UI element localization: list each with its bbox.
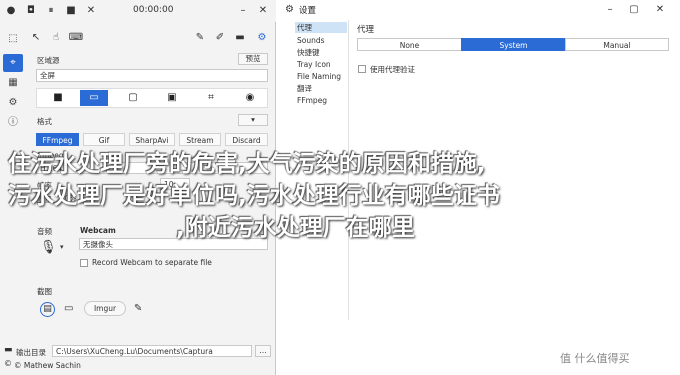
left-sidebar: ⬚ ⌖ ▦ ⚙ ⓘ: [0, 26, 26, 356]
proxy-manual-option[interactable]: Manual: [565, 38, 669, 51]
format-preview-button[interactable]: ▾: [238, 114, 268, 126]
capture-app-window: ● ◘ ⏸ ■ ✕ 00:00:00 – ✕ ⬚ ⌖ ▦ ⚙ ⓘ ↖ ☝ ⌨ ✎…: [0, 0, 276, 375]
video-mode-icon[interactable]: ■: [44, 90, 72, 106]
edit-icon[interactable]: ✎: [134, 303, 142, 314]
keyboard-icon[interactable]: ⌨: [68, 30, 84, 46]
region-select[interactable]: 全屏: [36, 69, 268, 82]
codec-select[interactable]: H.264: [36, 162, 268, 174]
nav-file-naming[interactable]: File Naming: [295, 71, 347, 82]
region-label: 区域源: [37, 56, 60, 65]
tab-ffmpeg[interactable]: FFmpeg: [36, 133, 79, 146]
camera-icon[interactable]: ◘: [24, 4, 38, 18]
ffmpeg-label: ffmpeg: [37, 151, 64, 160]
timer-display: 00:00:00: [133, 5, 174, 15]
watermark: 值 什么值得买: [560, 352, 630, 365]
monitor-mode-icon[interactable]: ▢: [119, 90, 147, 106]
gamepad-mode-icon[interactable]: ◉: [236, 90, 264, 106]
image-icon[interactable]: ▦: [3, 74, 23, 92]
audio-label: 音频: [37, 227, 52, 236]
hand-icon[interactable]: ☝: [48, 30, 64, 46]
clipboard-icon[interactable]: ▭: [64, 303, 73, 314]
nav-tray-icon[interactable]: Tray Icon: [295, 59, 347, 70]
format-tabs: FFmpeg Gif SharpAvi Stream Discard: [36, 133, 268, 146]
region-mode-icon[interactable]: ⌗: [197, 90, 225, 106]
tab-stream[interactable]: Stream: [179, 133, 221, 146]
settings-titlebar: ⚙ 设置 – ▢ ✕: [281, 0, 680, 20]
camera-tab-icon[interactable]: ⌖: [3, 54, 23, 72]
chevron-down-icon[interactable]: ▾: [60, 243, 64, 251]
left-titlebar: ● ◘ ⏸ ■ ✕ 00:00:00 – ✕: [0, 0, 276, 22]
pause-icon[interactable]: ⏸: [44, 4, 58, 18]
settings-gear-icon[interactable]: ⚙: [254, 30, 270, 46]
info-icon[interactable]: ⓘ: [3, 114, 23, 132]
folder-open-icon[interactable]: ▬: [4, 345, 13, 355]
tab-gif[interactable]: Gif: [83, 133, 125, 146]
settings-gear-icon: ⚙: [285, 4, 294, 15]
format-label: 格式: [37, 117, 52, 126]
document-icon[interactable]: ▤: [40, 302, 55, 317]
webcam-select[interactable]: 无摄像头: [79, 238, 268, 250]
settings-nav: 代理 Sounds 快捷键 Tray Icon File Naming 翻译 F…: [293, 20, 349, 320]
fps-label: 帧率: [37, 181, 52, 190]
minimize-icon[interactable]: –: [236, 4, 250, 18]
window-mode-icon[interactable]: ▣: [158, 90, 186, 106]
gear-icon[interactable]: ⚙: [3, 94, 23, 112]
screenshot-label: 截图: [37, 287, 52, 296]
proxy-auth-checkbox[interactable]: [358, 65, 366, 73]
screen-mode-icon[interactable]: ▭: [80, 90, 108, 106]
author-credit: © Mathew Sachin: [14, 361, 81, 370]
pencil-icon[interactable]: ✐: [212, 30, 228, 46]
toolbar: ↖ ☝ ⌨ ✎ ✐ ▬ ⚙: [28, 30, 276, 46]
proxy-none-option[interactable]: None: [357, 38, 462, 51]
folder-icon[interactable]: ▬: [232, 30, 248, 46]
nav-hotkeys[interactable]: 快捷键: [295, 47, 347, 58]
fps-field[interactable]: 10: [160, 178, 190, 190]
tab-sharpavi[interactable]: SharpAvi: [129, 133, 175, 146]
output-folder-label: 输出目录: [16, 348, 46, 357]
close-icon[interactable]: ✕: [256, 4, 270, 18]
imgur-button[interactable]: Imgur: [84, 301, 126, 316]
close-icon[interactable]: ✕: [653, 3, 667, 17]
nav-proxy[interactable]: 代理: [295, 22, 347, 33]
cursor-icon[interactable]: ↖: [28, 30, 44, 46]
proxy-auth-label: 使用代理验证: [370, 65, 415, 74]
minimize-icon[interactable]: –: [603, 3, 617, 17]
panel-title: 代理: [357, 25, 375, 35]
webcam-label: Webcam: [80, 226, 116, 235]
mode-bar: ■ ▭ ▢ ▣ ⌗ ◉: [36, 88, 268, 108]
browse-button[interactable]: …: [255, 345, 271, 357]
microphone-icon[interactable]: 🎙: [40, 240, 57, 255]
quality-label: 质量: [37, 195, 52, 204]
webcam-separate-label: Record Webcam to separate file: [92, 258, 212, 267]
close-small-icon[interactable]: ✕: [84, 4, 98, 18]
pointer-icon[interactable]: ⬚: [3, 30, 23, 48]
nav-ffmpeg[interactable]: FFmpeg: [295, 95, 347, 106]
nav-sounds[interactable]: Sounds: [295, 35, 347, 46]
quality-value: 70%: [60, 194, 77, 203]
record-icon[interactable]: ●: [4, 4, 18, 18]
settings-panel: 代理 None System Manual 使用代理验证: [357, 20, 672, 320]
webcam-separate-checkbox[interactable]: [80, 259, 88, 267]
preview-button[interactable]: 预览: [238, 53, 268, 65]
copyright-icon: ©: [4, 359, 12, 368]
output-path-field[interactable]: C:\Users\XuCheng.Lu\Documents\Captura: [52, 345, 252, 357]
settings-title: 设置: [299, 6, 317, 16]
nav-translate[interactable]: 翻译: [295, 83, 347, 94]
settings-window: ⚙ 设置 – ▢ ✕ 代理 Sounds 快捷键 Tray Icon File …: [281, 0, 680, 375]
proxy-system-option[interactable]: System: [461, 38, 566, 51]
brush-icon[interactable]: ✎: [192, 30, 208, 46]
tab-discard[interactable]: Discard: [225, 133, 268, 146]
stop-icon[interactable]: ■: [64, 4, 78, 18]
maximize-icon[interactable]: ▢: [627, 3, 641, 17]
